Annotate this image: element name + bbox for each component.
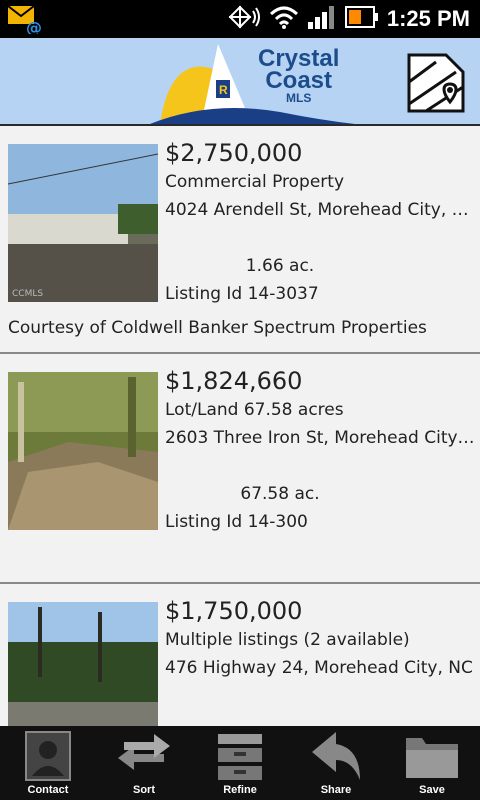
listing-type: Multiple listings (2 available) bbox=[165, 630, 410, 650]
listing-photo bbox=[8, 372, 158, 530]
svg-text:R: R bbox=[219, 83, 228, 97]
listing-list[interactable]: CCMLS $2,750,000 Commercial Property 402… bbox=[0, 126, 480, 726]
crystal-coast-mls-logo: R Crystal Coast MLS bbox=[150, 38, 360, 124]
gps-icon bbox=[227, 4, 261, 34]
listing-item[interactable]: $1,750,000 Multiple listings (2 availabl… bbox=[0, 584, 480, 726]
filing-cabinet-icon bbox=[218, 734, 262, 780]
map-view-button[interactable] bbox=[406, 52, 466, 114]
listing-acres: 1.66 ac. bbox=[245, 256, 315, 276]
listing-id: Listing Id 14-300 bbox=[165, 512, 308, 532]
listing-id: Listing Id 14-3037 bbox=[165, 284, 319, 304]
logo-line-2: Coast bbox=[265, 67, 333, 94]
sort-label: Sort bbox=[133, 784, 155, 796]
share-arrow-icon bbox=[312, 732, 360, 780]
save-button[interactable]: Save bbox=[384, 726, 480, 800]
folder-icon bbox=[406, 738, 458, 778]
bottom-toolbar: Contact Sort Refine Share Save bbox=[0, 726, 480, 800]
contact-button[interactable]: Contact bbox=[0, 726, 96, 800]
listing-photo bbox=[8, 602, 158, 726]
refine-button[interactable]: Refine bbox=[192, 726, 288, 800]
status-time: 1:25 PM bbox=[386, 6, 470, 31]
share-button[interactable]: Share bbox=[288, 726, 384, 800]
listing-item[interactable]: CCMLS $2,750,000 Commercial Property 402… bbox=[0, 126, 480, 354]
map-pin-icon bbox=[407, 53, 465, 113]
listing-address: 2603 Three Iron St, Morehead City, ... bbox=[165, 428, 476, 448]
listing-address: 476 Highway 24, Morehead City, NC bbox=[165, 658, 473, 678]
listing-type: Commercial Property bbox=[165, 172, 345, 192]
app-header: R Crystal Coast MLS bbox=[0, 38, 480, 126]
save-label: Save bbox=[419, 784, 445, 796]
refine-label: Refine bbox=[223, 784, 257, 796]
contact-card-icon bbox=[25, 731, 71, 781]
listing-item[interactable]: $1,824,660 Lot/Land 67.58 acres 2603 Thr… bbox=[0, 354, 480, 584]
listing-address: 4024 Arendell St, Morehead City, NC bbox=[165, 200, 476, 220]
listing-price: $1,750,000 bbox=[165, 597, 303, 625]
photo-watermark: CCMLS bbox=[12, 289, 43, 299]
listing-photo: CCMLS bbox=[7, 144, 159, 302]
listing-price: $2,750,000 bbox=[165, 139, 303, 167]
sort-button[interactable]: Sort bbox=[96, 726, 192, 800]
svg-text:@: @ bbox=[26, 18, 42, 34]
wifi-icon bbox=[269, 4, 299, 34]
contact-label: Contact bbox=[27, 784, 69, 796]
listing-price: $1,824,660 bbox=[165, 367, 303, 395]
battery-icon bbox=[344, 4, 379, 34]
status-bar: @ 1:25 PM bbox=[0, 0, 480, 38]
listing-type: Lot/Land 67.58 acres bbox=[165, 400, 344, 420]
email-notification-icon: @ bbox=[7, 4, 44, 38]
listing-acres: 67.58 ac. bbox=[240, 484, 320, 504]
sort-arrows-icon bbox=[118, 734, 170, 770]
share-label: Share bbox=[320, 784, 352, 796]
signal-icon bbox=[307, 4, 337, 34]
listing-courtesy: Courtesy of Coldwell Banker Spectrum Pro… bbox=[8, 318, 427, 338]
